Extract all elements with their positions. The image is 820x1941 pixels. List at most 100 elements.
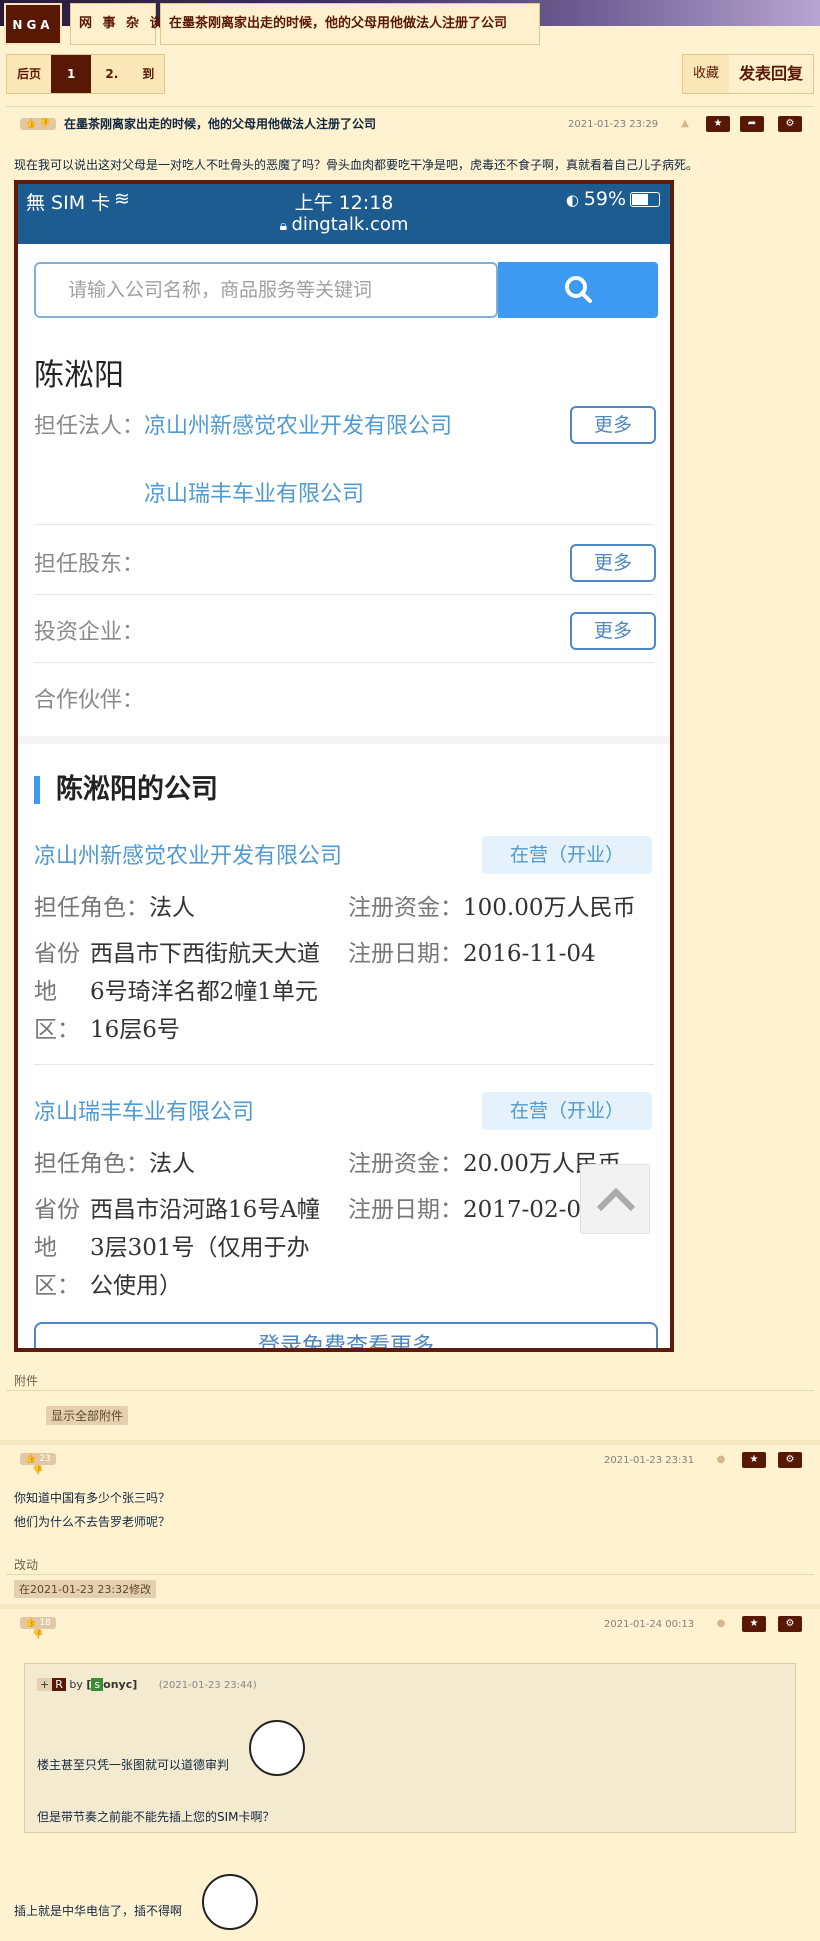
divider bbox=[6, 1574, 814, 1575]
company-search-input[interactable]: 请输入公司名称，商品服务等关键词 bbox=[34, 262, 498, 318]
like-count: 18 bbox=[39, 1618, 51, 1628]
capital-value: 100.00万人民币 bbox=[463, 895, 636, 921]
address-text: 6号琦洋名都2幢1单元 bbox=[90, 979, 318, 1005]
show-all-attachments-button[interactable]: 显示全部附件 bbox=[46, 1406, 129, 1425]
address-line-3: 公使用） bbox=[90, 1266, 182, 1300]
legal-company-link-2[interactable]: 凉山瑞丰车业有限公司 bbox=[144, 476, 364, 508]
pager-prev-button[interactable]: 后页 bbox=[7, 55, 51, 93]
site-logo[interactable]: NGA bbox=[4, 3, 62, 45]
legal-company-link-1[interactable]: 凉山州新感觉农业开发有限公司 bbox=[144, 408, 452, 440]
company-role: 担任角色：法人 bbox=[34, 888, 195, 922]
gear-icon[interactable]: ⚙ bbox=[778, 1616, 802, 1632]
login-more-button[interactable]: 登录免费查看更多 bbox=[34, 1322, 658, 1348]
breadcrumb-thread[interactable]: 在墨茶刚离家出走的时候，他的父母用他做法人注册了公司 bbox=[160, 3, 540, 45]
company-reg-date: 注册日期：2016-11-04 bbox=[348, 934, 596, 968]
divider bbox=[6, 1390, 814, 1391]
like-button[interactable]: 👍 23 👎 bbox=[20, 1453, 56, 1476]
date-value: 2016-11-04 bbox=[463, 941, 596, 967]
companies-section-title: 陈淞阳的公司 bbox=[34, 776, 218, 804]
scroll-top-button[interactable] bbox=[580, 1164, 650, 1234]
capital-label: 注册资金： bbox=[348, 1151, 463, 1177]
user-badge: s bbox=[91, 1678, 104, 1691]
invest-label: 投资企业： bbox=[34, 620, 145, 645]
like-button[interactable]: 👍 18 👎 bbox=[20, 1617, 56, 1640]
region-label-3: 区： bbox=[34, 1273, 80, 1299]
shareholder-label: 担任股东： bbox=[34, 552, 145, 577]
embedded-screenshot: 無 SIM 卡 ≋ 上午 12:18 ◐ 59% 🔒︎ dingtalk.com… bbox=[14, 180, 674, 1352]
edit-note: 在2021-01-23 23:32修改 bbox=[14, 1580, 157, 1598]
pager-page-2[interactable]: 2. bbox=[91, 55, 132, 93]
gear-icon[interactable]: ⚙ bbox=[778, 1452, 802, 1468]
divider bbox=[34, 524, 654, 525]
address-line-1: 西昌市下西街航天大道 bbox=[90, 934, 320, 968]
post-reply-button[interactable]: 发表回复 bbox=[728, 55, 813, 93]
divider bbox=[0, 1604, 820, 1609]
share-icon[interactable]: ➦ bbox=[740, 116, 764, 132]
more-button-legal[interactable]: 更多 bbox=[570, 406, 656, 444]
company-reg-date: 注册日期：2017-02-0 bbox=[348, 1190, 581, 1224]
address-text: 西昌市沿河路16号A幢 bbox=[90, 1197, 320, 1223]
legal-rep-label: 担任法人： bbox=[34, 414, 145, 439]
more-button-invest[interactable]: 更多 bbox=[570, 612, 656, 650]
region-label-1: 省份 bbox=[34, 1197, 80, 1223]
role-value: 法人 bbox=[149, 1151, 195, 1177]
quote-line: 楼主甚至只凭一张图就可以道德审判 bbox=[37, 1758, 230, 1772]
divider bbox=[0, 1440, 820, 1445]
url-bar: 🔒︎ dingtalk.com bbox=[18, 214, 670, 235]
post-line: 你知道中国有多少个张三吗？ bbox=[14, 1491, 171, 1505]
gear-icon[interactable]: ⚙ bbox=[778, 116, 802, 132]
like-count: 23 bbox=[39, 1454, 51, 1464]
date-value: 2017-02-0 bbox=[463, 1197, 581, 1223]
company-name-link-1[interactable]: 凉山州新感觉农业开发有限公司 bbox=[34, 838, 342, 870]
status-badge: 在营（开业） bbox=[482, 1092, 652, 1130]
person-name: 陈淞阳 bbox=[34, 358, 124, 393]
post-line: 他们为什么不去告罗老师呢？ bbox=[14, 1515, 171, 1529]
quote-line: 但是带节奏之前能不能先插上您的SIM卡啊？ bbox=[37, 1810, 275, 1824]
apple-icon: ● bbox=[716, 1618, 726, 1629]
star-icon[interactable]: ★ bbox=[706, 116, 730, 132]
role-label: 担任角色： bbox=[34, 895, 149, 921]
capital-label: 注册资金： bbox=[348, 895, 463, 921]
quote-header: + R by [s onyc] (2021-01-23 23:44) bbox=[37, 1678, 257, 1691]
post-date: 2021-01-24 00:13 bbox=[604, 1619, 695, 1630]
role-value: 法人 bbox=[149, 895, 195, 921]
company-name-link-2[interactable]: 凉山瑞丰车业有限公司 bbox=[34, 1094, 254, 1126]
region-label-2: 地 bbox=[34, 979, 57, 1005]
chevron-up-icon bbox=[596, 1187, 636, 1212]
android-icon: ▲ bbox=[681, 118, 689, 129]
role-label: 担任角色： bbox=[34, 1151, 149, 1177]
address-text: 3层301号（仅用于办 bbox=[90, 1235, 310, 1261]
like-button[interactable]: 👍 👎 bbox=[20, 118, 56, 130]
quote-time: (2021-01-23 23:44) bbox=[158, 1680, 257, 1691]
address-text: 16层6号 bbox=[90, 1017, 180, 1043]
post-content: 现在我可以说出这对父母是一对吃人不吐骨头的恶魔了吗？骨头血肉都要吃干净是吧，虎毒… bbox=[14, 158, 699, 172]
url-text: dingtalk.com bbox=[291, 214, 409, 235]
pager: 后页 1 2. 到 bbox=[6, 54, 166, 94]
quote-block: + R by [s onyc] (2021-01-23 23:44) 楼主甚至只凭一… bbox=[24, 1663, 796, 1833]
quote-by: by bbox=[69, 1678, 83, 1691]
region-label-3: 区： bbox=[34, 1017, 80, 1043]
star-icon[interactable]: ★ bbox=[742, 1452, 766, 1468]
sticker-emoji bbox=[202, 1874, 258, 1930]
divider bbox=[34, 594, 654, 595]
address-line-2: 6号琦洋名都2幢1单元 bbox=[90, 972, 318, 1006]
plus-icon[interactable]: + bbox=[37, 1678, 53, 1691]
quote-username[interactable]: onyc] bbox=[103, 1678, 137, 1691]
thread-toolbar: 收藏 发表回复 bbox=[681, 54, 814, 94]
breadcrumb-forum[interactable]: 网 事 杂 谈 bbox=[70, 3, 163, 45]
favorite-button[interactable]: 收藏 bbox=[683, 55, 729, 93]
attachments-label: 附件 bbox=[14, 1374, 39, 1388]
divider bbox=[34, 662, 654, 663]
company-role: 担任角色：法人 bbox=[34, 1144, 195, 1178]
post-title: 在墨茶刚离家出走的时候，他的父母用他做法人注册了公司 bbox=[64, 117, 377, 131]
star-icon[interactable]: ★ bbox=[742, 1616, 766, 1632]
search-button[interactable] bbox=[498, 262, 658, 318]
battery-icon bbox=[630, 192, 660, 207]
pager-goto-button[interactable]: 到 bbox=[132, 55, 164, 93]
more-button-shareholder[interactable]: 更多 bbox=[570, 544, 656, 582]
date-label: 注册日期： bbox=[348, 941, 463, 967]
partner-label: 合作伙伴： bbox=[34, 688, 145, 713]
address-line-3: 16层6号 bbox=[90, 1010, 180, 1044]
pager-page-1[interactable]: 1 bbox=[51, 55, 92, 93]
apple-icon: ● bbox=[716, 1454, 726, 1465]
